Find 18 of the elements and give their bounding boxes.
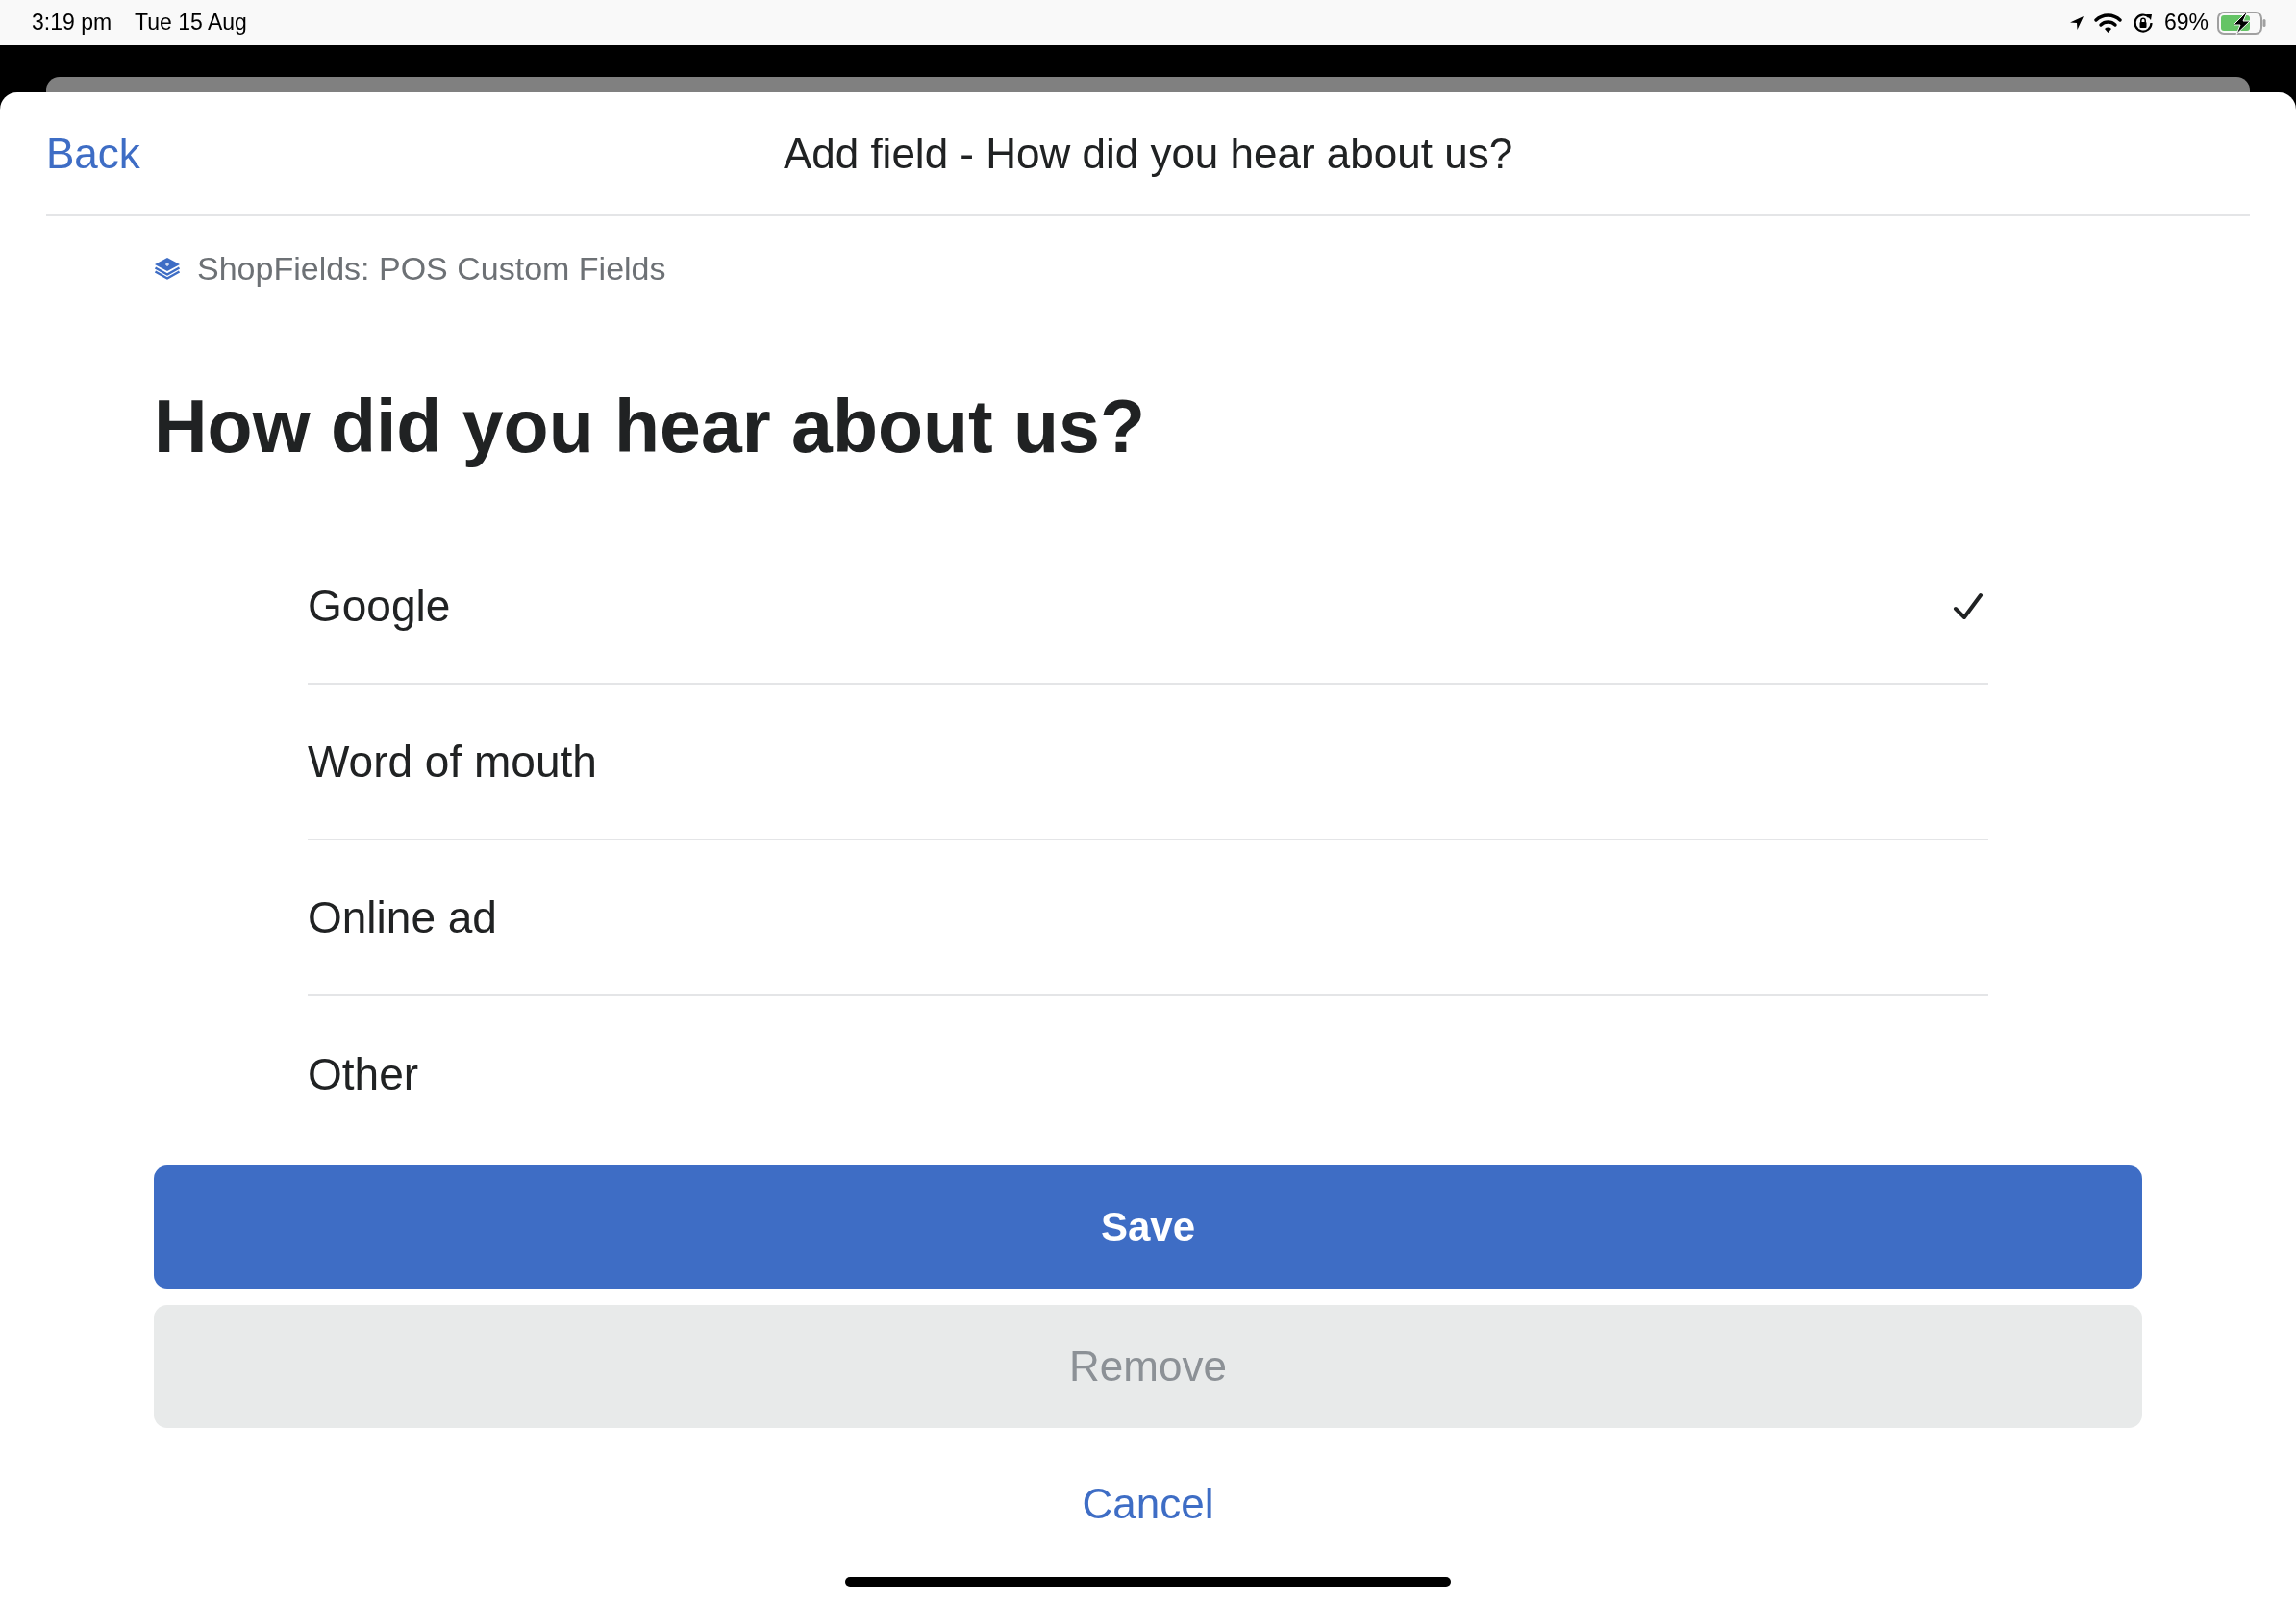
back-button[interactable]: Back (46, 129, 140, 178)
option-item[interactable]: Online ad (308, 840, 1988, 996)
option-item[interactable]: Word of mouth (308, 685, 1988, 840)
option-item[interactable]: Other (308, 996, 1988, 1152)
wifi-icon (2093, 13, 2122, 33)
battery-percentage: 69% (2163, 10, 2209, 36)
screen-title: Add field - How did you hear about us? (783, 129, 1513, 178)
location-arrow-icon (2069, 15, 2084, 30)
question-heading: How did you hear about us? (154, 384, 1145, 469)
app-name: ShopFields: POS Custom Fields (197, 249, 666, 288)
save-button[interactable]: Save (154, 1165, 2142, 1289)
status-date: Tue 15 Aug (135, 10, 247, 36)
option-item[interactable]: Google (308, 529, 1988, 685)
cancel-button[interactable]: Cancel (1072, 1466, 1224, 1542)
layers-icon (154, 257, 181, 280)
rotation-lock-icon (2132, 12, 2154, 34)
status-time: 3:19 pm (32, 10, 112, 36)
battery-charging-icon (2217, 11, 2266, 35)
